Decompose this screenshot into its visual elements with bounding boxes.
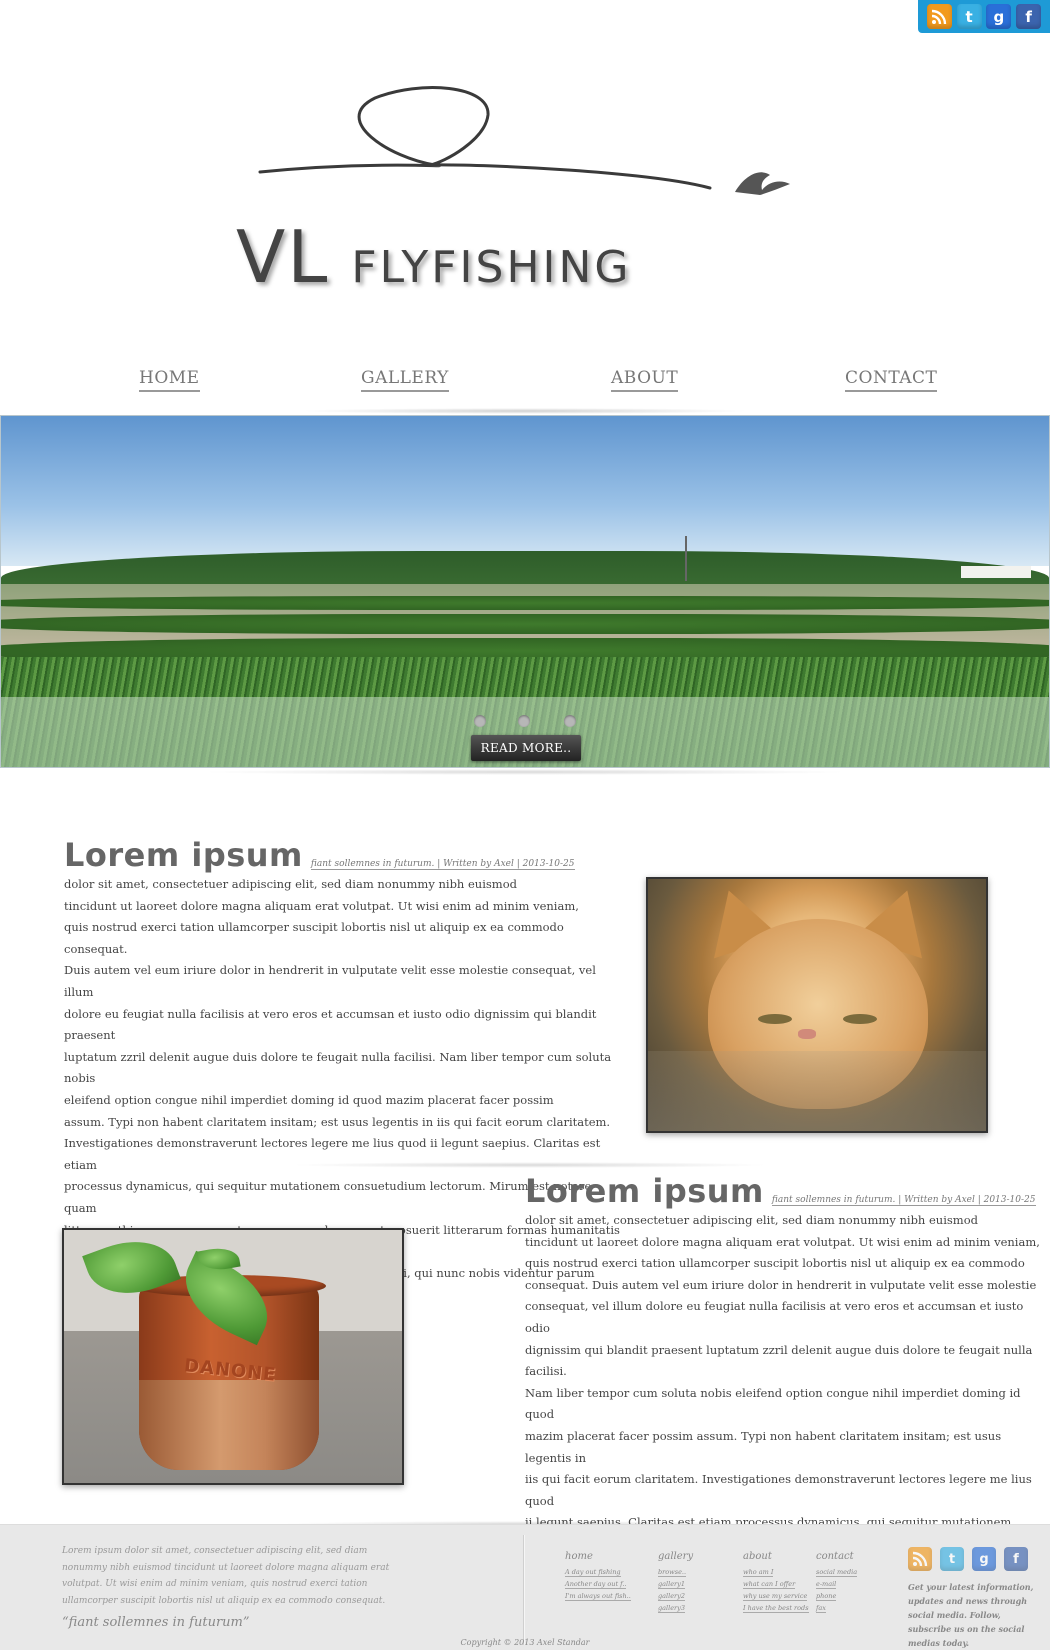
hero-house [961, 566, 1031, 578]
footer-link[interactable]: social media [816, 1568, 858, 1577]
article-title: Lorem ipsum [64, 836, 303, 874]
fishing-line-logo-graphic [258, 86, 790, 195]
footer-link[interactable]: I'm always out fish.. [565, 1592, 631, 1601]
footer-link[interactable]: what can I offer [743, 1580, 796, 1589]
pot-photo: DANONE [62, 1228, 404, 1485]
footer-col-contact: contact social media e-mail phone fax [816, 1551, 858, 1616]
logo-text: VL FLYFISHING [236, 215, 632, 299]
footer-col-title[interactable]: gallery [658, 1551, 693, 1562]
nav-contact[interactable]: CONTACT [845, 368, 938, 392]
slider-dot[interactable] [564, 715, 576, 727]
footer: Lorem ipsum dolor sit amet, consectetuer… [0, 1524, 1050, 1650]
hero-sky [1, 416, 1049, 566]
cat-photo [646, 877, 988, 1133]
logo-vl: VL [236, 215, 330, 299]
article-title: Lorem ipsum [525, 1172, 764, 1210]
hero-pole [685, 536, 687, 581]
vine-row [1, 614, 1049, 634]
clay-pot-lower [139, 1380, 319, 1470]
nav-home[interactable]: HOME [139, 368, 200, 392]
footer-link[interactable]: fax [816, 1604, 826, 1613]
read-more-button[interactable]: READ MORE.. [471, 735, 581, 761]
vine-row [1, 596, 1049, 610]
slider-dots [0, 715, 1050, 727]
footer-link[interactable]: why use my service [743, 1592, 808, 1601]
footer-link[interactable]: e-mail [816, 1580, 837, 1589]
footer-link[interactable]: gallery2 [658, 1592, 685, 1601]
rss-icon[interactable] [926, 4, 952, 29]
section-divider-shadow [290, 1162, 770, 1168]
slider-dot[interactable] [474, 715, 486, 727]
nav-gallery[interactable]: GALLERY [361, 368, 449, 392]
nav-about[interactable]: ABOUT [611, 368, 679, 392]
cat-eye [758, 1014, 792, 1024]
google-plus-icon[interactable]: g [986, 4, 1012, 29]
facebook-icon[interactable]: f [1004, 1547, 1028, 1571]
article-meta[interactable]: fiant sollemnes in futurum. | Written by… [771, 1195, 1036, 1206]
footer-link[interactable]: A day out fishing [565, 1568, 621, 1577]
footer-col-home: home A day out fishing Another day out f… [565, 1551, 631, 1604]
footer-col-title[interactable]: home [565, 1551, 631, 1562]
footer-link[interactable]: I have the best rods [743, 1604, 809, 1613]
logo-flyfishing: FLYFISHING [351, 242, 632, 293]
footer-col-title[interactable]: about [743, 1551, 809, 1562]
cat-eye [843, 1014, 877, 1024]
main-nav: HOME GALLERY ABOUT CONTACT [0, 368, 1050, 398]
site-logo[interactable]: VL FLYFISHING [230, 80, 830, 299]
footer-link[interactable]: who am I [743, 1568, 774, 1577]
footer-col-gallery: gallery browse.. gallery1 gallery2 galle… [658, 1551, 693, 1616]
copyright: Copyright © 2013 Axel Standar [460, 1638, 590, 1647]
footer-link[interactable]: browse.. [658, 1568, 687, 1577]
footer-col-about: about who am I what can I offer why use … [743, 1551, 809, 1616]
footer-text: Lorem ipsum dolor sit amet, consectetuer… [62, 1546, 390, 1606]
nav-divider-shadow [300, 408, 750, 414]
article-header: Lorem ipsum fiant sollemnes in futurum. … [525, 1172, 1045, 1210]
footer-link[interactable]: gallery1 [658, 1580, 685, 1589]
rss-icon[interactable] [908, 1547, 932, 1571]
twitter-icon[interactable]: t [956, 4, 982, 29]
google-plus-icon[interactable]: g [972, 1547, 996, 1571]
twitter-icon[interactable]: t [940, 1547, 964, 1571]
footer-link[interactable]: gallery3 [658, 1604, 685, 1613]
cat-nose [798, 1029, 816, 1039]
article-meta[interactable]: fiant sollemnes in futurum. | Written by… [310, 859, 575, 870]
social-bar-top: t g f [918, 0, 1050, 33]
footer-social: t g f [908, 1547, 1028, 1571]
footer-divider [523, 1535, 524, 1645]
footer-link[interactable]: Another day out f.. [565, 1580, 627, 1589]
facebook-icon[interactable]: f [1016, 4, 1042, 29]
cat-photo-floor [648, 1051, 986, 1131]
slider-dot[interactable] [518, 715, 530, 727]
footer-col-title[interactable]: contact [816, 1551, 857, 1562]
footer-quote: “fiant sollemnes in futurum” [62, 1615, 250, 1630]
hero-shadow [200, 769, 850, 775]
footer-link[interactable]: phone [816, 1592, 837, 1601]
article-header: Lorem ipsum fiant sollemnes in futurum. … [64, 836, 624, 874]
